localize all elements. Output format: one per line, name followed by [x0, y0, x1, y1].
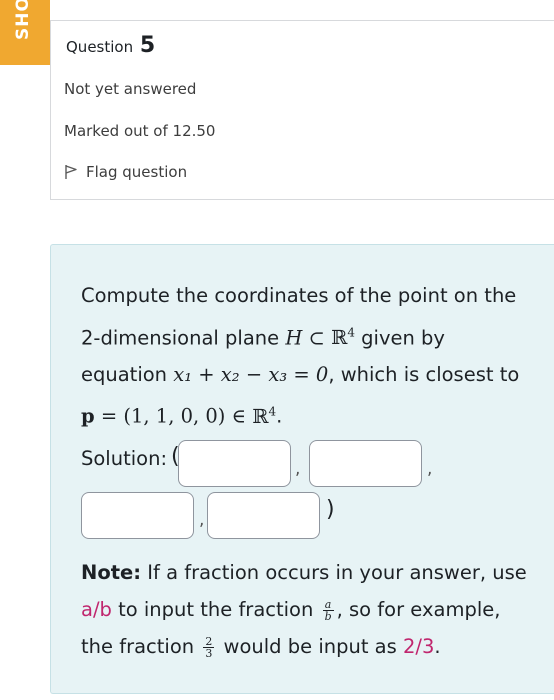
- answer-input-3[interactable]: [81, 492, 194, 539]
- plane-equation: x₁ + x₂ − x₃ = 0: [173, 362, 329, 386]
- question-content: Compute the coordinates of the point on …: [50, 244, 554, 694]
- space-exponent: 4: [347, 325, 355, 340]
- question-info-panel: Question 5 Not yet answered Marked out o…: [50, 20, 554, 200]
- answer-input-1[interactable]: [178, 440, 291, 487]
- question-title-prefix: Question: [66, 38, 134, 56]
- question-grade: Marked out of 12.50: [64, 122, 216, 140]
- fraction-a-over-b: ab: [322, 598, 334, 623]
- flag-question-label: Flag question: [86, 163, 188, 181]
- note-label: Note:: [81, 561, 142, 584]
- space-exponent-2: 4: [268, 404, 277, 418]
- answer-input-4[interactable]: [207, 492, 320, 539]
- separator-3: ,: [199, 510, 205, 530]
- note-text: Note: If a fraction occurs in your answe…: [81, 554, 531, 665]
- note-text-2: to input the fraction: [118, 598, 314, 621]
- close-paren: ): [326, 497, 335, 522]
- question-number: 5: [139, 33, 156, 58]
- subset-symbol: ⊂: [308, 326, 325, 349]
- space-symbol: ℝ: [331, 326, 348, 349]
- note-code-example: a/b: [81, 598, 112, 621]
- point-value: = (1, 1, 0, 0) ∈: [100, 404, 247, 428]
- fraction-two-thirds: 23: [203, 635, 215, 660]
- space-symbol-2: ℝ: [252, 404, 269, 428]
- question-text: Compute the coordinates of the point on …: [81, 278, 526, 435]
- note-period: .: [434, 635, 441, 658]
- separator-1: ,: [295, 459, 301, 479]
- separator-2: ,: [427, 459, 433, 479]
- side-tab-label: SHO: [13, 0, 33, 40]
- question-text-part3: , which is closest to: [328, 362, 520, 386]
- answer-input-2[interactable]: [309, 440, 422, 487]
- note-text-4: would be input as: [223, 635, 397, 658]
- question-period: .: [276, 404, 283, 428]
- flag-question-link[interactable]: Flag question: [64, 163, 187, 181]
- flag-icon: [65, 165, 77, 179]
- side-tab[interactable]: SHO: [0, 0, 50, 65]
- point-symbol: p: [81, 404, 95, 428]
- question-state: Not yet answered: [64, 80, 197, 98]
- note-code-answer: 2/3: [403, 635, 435, 658]
- solution-label: Solution:: [81, 447, 168, 470]
- note-text-1: If a fraction occurs in your answer, use: [147, 561, 527, 584]
- plane-symbol: H: [285, 326, 303, 349]
- question-title: Question 5: [66, 33, 155, 58]
